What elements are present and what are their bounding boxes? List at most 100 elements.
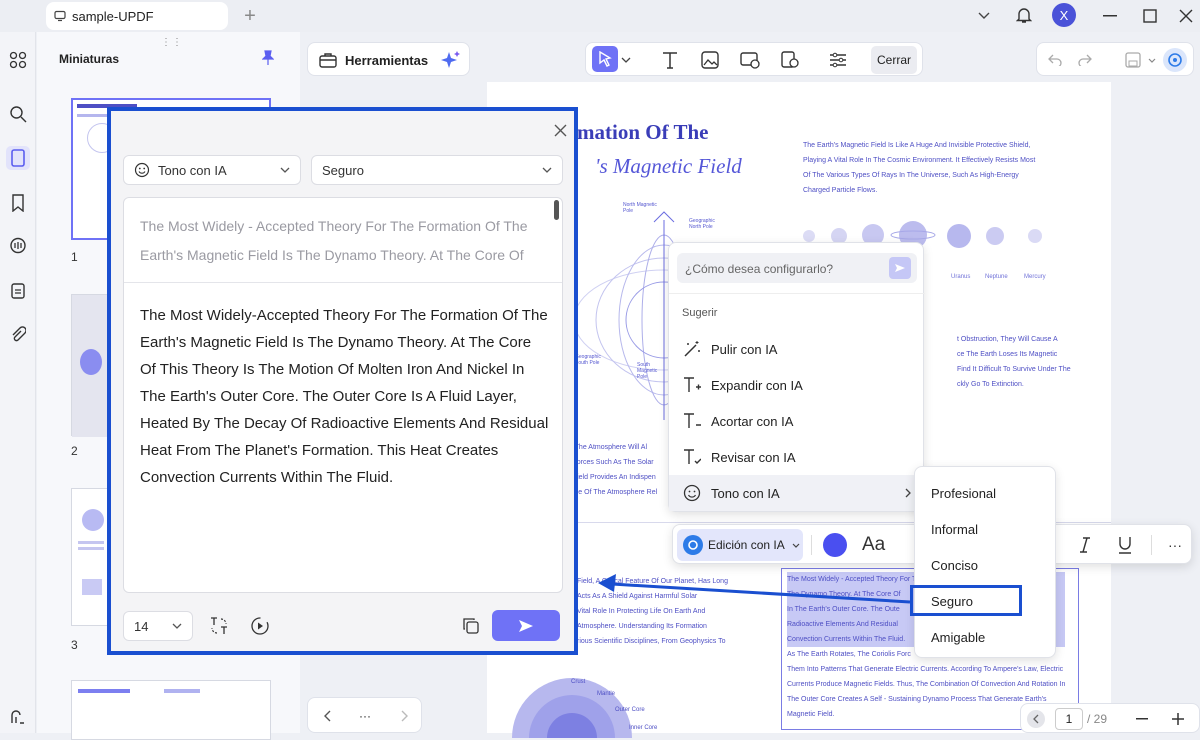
close-window-icon[interactable] <box>1176 6 1196 26</box>
maximize-icon[interactable] <box>1140 6 1160 26</box>
bookmark-icon[interactable] <box>6 191 30 215</box>
layer-label-mantle: Mantle <box>597 691 616 697</box>
comment-icon[interactable] <box>6 234 30 258</box>
workspace-icon[interactable] <box>6 705 30 729</box>
total-pages: / 29 <box>1087 712 1108 726</box>
doc-intro-paragraph: The Earth's Magnetic Field Is Like A Hug… <box>803 142 1036 194</box>
menu-item-acortar[interactable]: Acortar con IA <box>669 403 925 439</box>
tools-button[interactable]: Herramientas <box>307 42 470 76</box>
new-tab-icon[interactable]: + <box>240 5 260 27</box>
title-bar: sample-UPDF + X <box>0 0 1200 32</box>
bar-divider <box>811 535 812 555</box>
font-size-select[interactable]: 14 <box>123 611 193 641</box>
search-icon[interactable] <box>6 102 30 126</box>
layer-label-inner-core: Inner Core <box>629 725 658 731</box>
menu-item-expandir[interactable]: Expandir con IA <box>669 367 925 403</box>
diagram-label-north-magnetic: North Magnetic Pole <box>623 202 657 214</box>
page-thumbnail-4[interactable] <box>71 680 271 740</box>
document-tab-title: sample-UPDF <box>72 8 154 24</box>
text-color-swatch[interactable] <box>823 533 847 557</box>
result-text[interactable]: The Most Widely-Accepted Theory For The … <box>140 302 550 491</box>
layers-icon[interactable] <box>6 279 30 303</box>
tone-submenu: Profesional Informal Conciso Seguro Amig… <box>914 466 1056 658</box>
watermark-tool-icon[interactable] <box>778 48 802 72</box>
attachment-icon[interactable] <box>6 323 30 347</box>
style-select[interactable]: Seguro <box>311 155 563 185</box>
save-dropdown-icon[interactable] <box>1147 55 1157 65</box>
tone-option-amigable[interactable]: Amigable <box>915 619 1057 655</box>
page-number-2: 2 <box>71 444 78 458</box>
user-avatar[interactable]: X <box>1052 3 1076 27</box>
prev-icon[interactable] <box>318 707 336 725</box>
chevron-right-icon <box>905 488 911 498</box>
undo-icon[interactable] <box>1045 50 1065 70</box>
ai-prompt-send-icon[interactable] <box>889 257 911 279</box>
document-tab-icon <box>54 10 66 22</box>
page-number-1: 1 <box>71 250 78 264</box>
ai-assistant-icon[interactable] <box>1163 48 1187 72</box>
send-button[interactable] <box>492 610 560 641</box>
thumbnails-title: Miniaturas <box>59 52 120 66</box>
prev-page-icon[interactable] <box>1027 710 1045 728</box>
tone-select[interactable]: Tono con IA <box>123 155 301 185</box>
ai-prompt-input[interactable]: ¿Cómo desea configurarlo? <box>677 253 917 283</box>
next-icon[interactable] <box>396 707 414 725</box>
link-tool-icon[interactable] <box>738 48 762 72</box>
current-page-input[interactable]: 1 <box>1055 708 1083 730</box>
close-edit-button[interactable]: Cerrar <box>871 46 917 74</box>
zoom-out-icon[interactable] <box>1133 710 1151 728</box>
doc-right-paragraph: t Obstruction, They Will Cause Ace The E… <box>957 336 1071 388</box>
panel-drag-handle[interactable]: ⋮⋮ <box>161 37 183 48</box>
menu-item-revisar[interactable]: Revisar con IA <box>669 439 925 475</box>
underline-icon[interactable] <box>1113 533 1137 557</box>
more-pages-icon[interactable]: ··· <box>356 707 374 725</box>
planet-label-mercury: Mercury <box>1024 274 1046 280</box>
tone-option-informal[interactable]: Informal <box>915 511 1057 547</box>
ai-sparkle-icon[interactable] <box>441 50 461 70</box>
notification-bell-icon[interactable] <box>1013 4 1035 26</box>
smile-icon <box>134 162 150 178</box>
regenerate-icon[interactable] <box>248 614 272 638</box>
thumbnails-icon[interactable] <box>6 146 30 170</box>
redo-icon[interactable] <box>1075 50 1095 70</box>
chevron-down-icon <box>542 167 552 173</box>
ai-edit-button[interactable]: Edición con IA <box>677 529 803 561</box>
ai-edit-icon <box>683 535 703 555</box>
menu-item-pulir[interactable]: Pulir con IA <box>669 331 925 367</box>
save-icon[interactable] <box>1123 50 1143 70</box>
scrollbar-thumb[interactable] <box>554 200 559 220</box>
menu-item-tono[interactable]: Tono con IA <box>669 475 925 511</box>
minimize-icon[interactable] <box>1100 6 1120 26</box>
select-tool-icon[interactable] <box>592 46 618 72</box>
smile-icon <box>681 482 703 504</box>
menu-divider <box>669 293 925 294</box>
history-toolbar <box>1036 42 1194 76</box>
copy-icon[interactable] <box>459 614 483 638</box>
image-tool-icon[interactable] <box>698 48 722 72</box>
planet-label-uranus: Uranus <box>951 274 971 280</box>
tone-option-profesional[interactable]: Profesional <box>915 475 1057 511</box>
settings-sliders-icon[interactable] <box>826 48 850 72</box>
diagram-label-geographic-south: Geographic South Pole <box>575 354 601 366</box>
italic-icon[interactable] <box>1073 533 1097 557</box>
chevron-down-icon <box>172 623 182 629</box>
edit-toolbar: Cerrar <box>585 42 923 76</box>
toolbox-icon <box>318 50 338 70</box>
doc-heading-line2: 's Magnetic Field <box>595 154 742 178</box>
more-options-icon[interactable]: ··· <box>1163 533 1187 557</box>
text-divider <box>124 282 562 283</box>
text-tool-icon[interactable] <box>658 48 682 72</box>
tone-option-conciso[interactable]: Conciso <box>915 547 1057 583</box>
left-rail <box>0 32 36 733</box>
apps-grid-icon[interactable] <box>6 48 30 72</box>
close-panel-icon[interactable] <box>551 121 569 139</box>
magic-wand-icon <box>681 338 703 360</box>
select-tool-dropdown-icon[interactable] <box>620 52 632 68</box>
font-button[interactable]: Aa <box>862 534 885 556</box>
document-tab[interactable]: sample-UPDF <box>46 2 228 30</box>
planet-label-neptune: Neptune <box>985 274 1008 280</box>
zoom-in-icon[interactable] <box>1169 710 1187 728</box>
replace-icon[interactable] <box>207 614 231 638</box>
pin-icon[interactable] <box>259 49 277 67</box>
chevron-down-icon[interactable] <box>974 6 994 26</box>
